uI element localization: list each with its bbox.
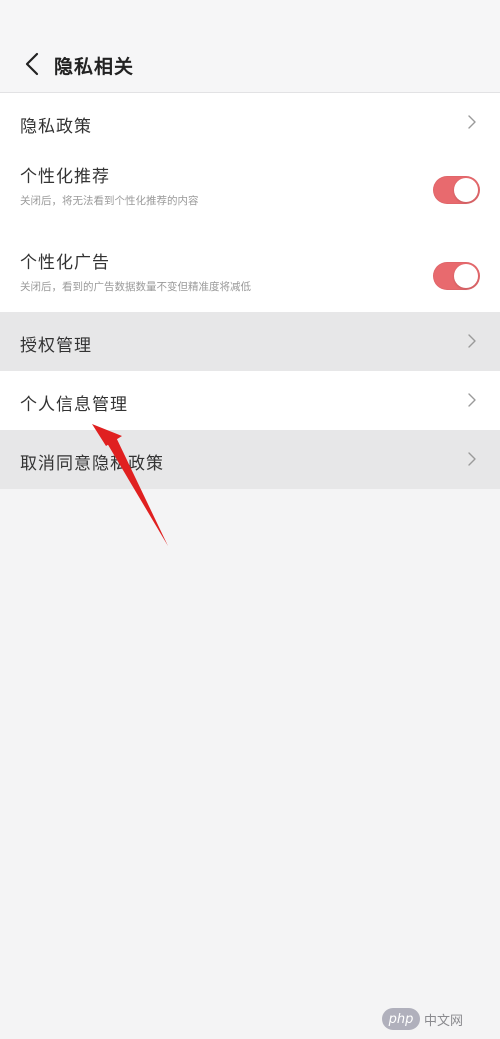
personalized-ads-row: 个性化广告 关闭后，看到的广告数据数量不变但精准度将减低 [0,238,500,312]
watermark-badge: php [382,1008,420,1030]
personalized-recommendation-toggle[interactable] [433,176,480,204]
spacer [0,226,500,238]
row-label: 授权管理 [20,336,92,356]
row-description: 关闭后，看到的广告数据数量不变但精准度将减低 [20,281,251,293]
watermark-text: 中文网 [424,1013,464,1029]
back-button[interactable] [14,44,50,84]
toggle-knob [454,264,478,288]
personalized-recommendation-row: 个性化推荐 关闭后，将无法看到个性化推荐的内容 [0,152,500,226]
revoke-privacy-consent-row[interactable]: 取消同意隐私政策 [0,430,500,489]
authorization-management-row[interactable]: 授权管理 [0,312,500,371]
chevron-right-icon [466,393,478,407]
row-label: 隐私政策 [20,117,92,137]
chevron-right-icon [466,334,478,348]
row-label: 个人信息管理 [20,395,128,415]
row-label: 取消同意隐私政策 [20,454,164,474]
personal-info-management-row[interactable]: 个人信息管理 [0,371,500,430]
chevron-right-icon [466,452,478,466]
row-label: 个性化广告 [20,253,110,273]
settings-list: 隐私政策 个性化推荐 关闭后，将无法看到个性化推荐的内容 个性化广告 关闭后，看… [0,93,500,489]
nav-header: 隐私相关 [0,0,500,93]
privacy-policy-row[interactable]: 隐私政策 [0,93,500,152]
page-title: 隐私相关 [54,56,135,78]
personalized-ads-toggle[interactable] [433,262,480,290]
row-description: 关闭后，将无法看到个性化推荐的内容 [20,195,199,207]
chevron-right-icon [466,115,478,129]
site-watermark: php 中文网 [382,1006,492,1032]
privacy-settings-screen: 隐私相关 隐私政策 个性化推荐 关闭后，将无法看到个性化推荐的内容 个性化广告 … [0,0,500,1039]
row-label: 个性化推荐 [20,167,110,187]
chevron-left-icon [25,52,39,76]
toggle-knob [454,178,478,202]
